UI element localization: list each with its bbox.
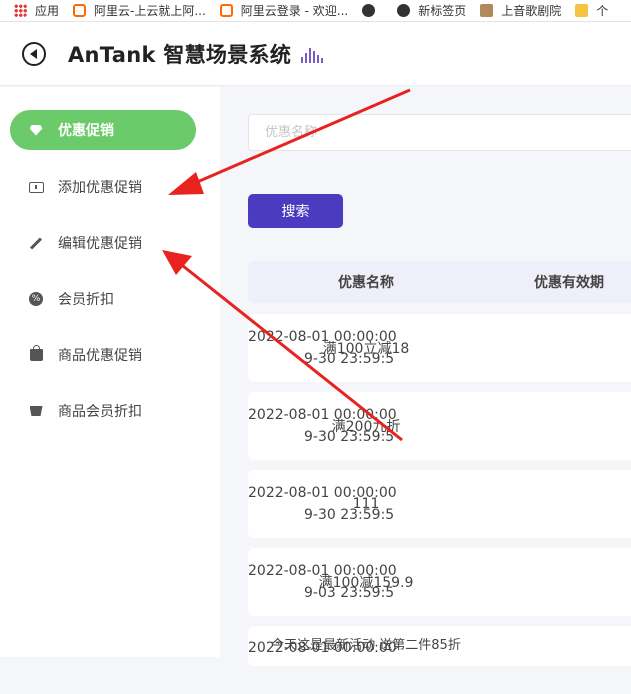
aliyun-icon — [219, 4, 233, 17]
search-button[interactable]: 搜索 — [248, 194, 343, 228]
shopping-bag-icon — [28, 345, 44, 363]
sidebar-item-edit-promotion[interactable]: 编辑优惠促销 — [10, 223, 196, 263]
theater-icon — [480, 4, 494, 17]
app-header: AnTank 智慧场景系统 — [0, 22, 631, 86]
promotion-name-search-input[interactable] — [249, 115, 631, 150]
ticket-icon — [28, 179, 44, 195]
sidebar-item-product-member-discount[interactable]: 商品会员折扣 — [10, 391, 196, 431]
github-icon — [397, 4, 411, 17]
sidebar-item-label: 商品会员折扣 — [58, 404, 142, 420]
column-header-name: 优惠名称 — [338, 275, 394, 291]
sidebar-item-label: 优惠促销 — [58, 123, 114, 139]
pencil-icon — [28, 235, 44, 251]
sidebar-item-promotions[interactable]: 优惠促销 — [10, 110, 196, 150]
sidebar-item-add-promotion[interactable]: 添加优惠促销 — [10, 167, 196, 207]
column-header-validity: 优惠有效期 — [534, 275, 604, 291]
bookmark-github[interactable] — [362, 4, 383, 17]
page-title: AnTank 智慧场景系统 — [68, 42, 292, 67]
gem-icon — [28, 122, 44, 138]
sidebar-item-label: 会员折扣 — [58, 292, 114, 308]
bookmark-folder[interactable]: 个 — [575, 2, 608, 19]
bookmark-theater[interactable]: 上音歌剧院 — [480, 2, 561, 19]
folder-icon — [575, 4, 589, 17]
table-header: 优惠名称 优惠有效期 — [248, 261, 631, 303]
basket-icon — [28, 403, 44, 419]
aliyun-icon — [73, 4, 87, 17]
sidebar: 优惠促销 添加优惠促销 编辑优惠促销 % 会员折扣 商品优惠促销 商品会员折扣 — [0, 87, 220, 657]
percent-icon: % — [28, 291, 44, 307]
search-field — [248, 114, 631, 151]
sound-bars-logo-icon — [301, 45, 324, 63]
apps-icon — [14, 4, 27, 17]
bookmark-aliyun-login[interactable]: 阿里云登录 - 欢迎... — [219, 2, 348, 19]
sidebar-item-label: 商品优惠促销 — [58, 348, 142, 364]
back-icon[interactable] — [22, 41, 46, 66]
bookmark-aliyun-home[interactable]: 阿里云-上云就上阿... — [73, 2, 206, 19]
bookmark-new-tab[interactable]: 新标签页 — [397, 2, 466, 19]
bookmarks-bar: 应用 阿里云-上云就上阿... 阿里云登录 - 欢迎... 新标签页 上音歌剧院… — [0, 0, 631, 22]
sidebar-item-label: 编辑优惠促销 — [58, 236, 142, 252]
sidebar-item-label: 添加优惠促销 — [58, 180, 142, 196]
sidebar-item-product-promotion[interactable]: 商品优惠促销 — [10, 335, 196, 375]
sidebar-item-member-discount[interactable]: % 会员折扣 — [10, 279, 196, 319]
bookmark-apps[interactable]: 应用 — [14, 2, 59, 19]
github-icon — [362, 4, 376, 17]
